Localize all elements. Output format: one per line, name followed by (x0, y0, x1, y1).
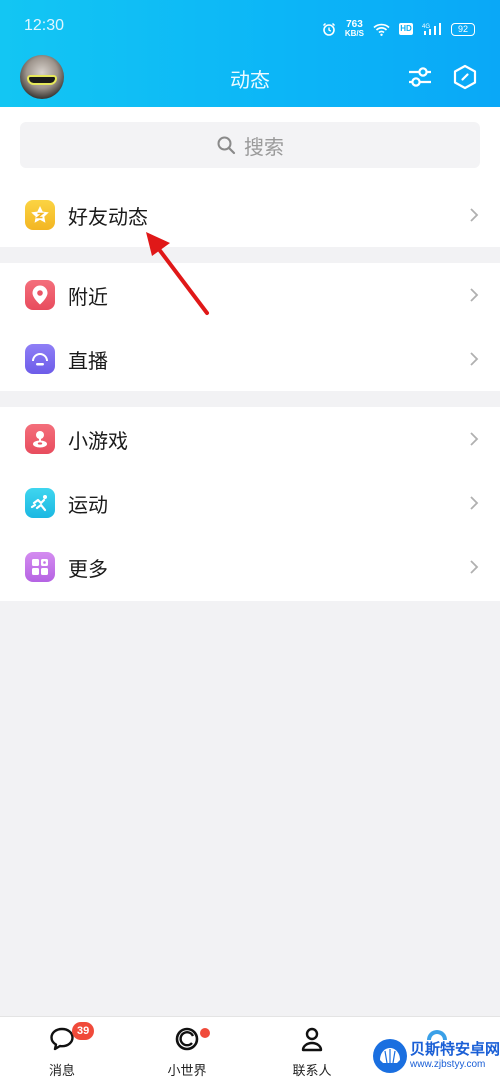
search-input[interactable]: 搜索 (20, 122, 480, 168)
watermark-url: www.zjbstyy.com (410, 1059, 486, 1070)
watermark: 贝斯特安卓网 www.zjbstyy.com (370, 1030, 500, 1080)
live-icon (25, 344, 55, 374)
list-item-more[interactable]: 更多 (0, 535, 500, 599)
list-item-live[interactable]: 直播 (0, 327, 500, 391)
list-item-sports[interactable]: 运动 (0, 471, 500, 535)
section-games-sports-more: 小游戏 运动 更多 (0, 407, 500, 601)
section-top: 搜索 好友动态 (0, 107, 500, 247)
status-bar: 12:30 763 KB/S HD 4G 92 (0, 0, 500, 42)
contacts-icon (301, 1027, 323, 1052)
chevron-right-icon (470, 288, 479, 302)
unread-badge: 39 (72, 1022, 95, 1040)
chevron-right-icon (470, 432, 479, 446)
grid-icon (25, 552, 55, 582)
status-icons: 763 KB/S HD 4G 92 (322, 20, 475, 38)
tab-messages[interactable]: 消息 39 (17, 1022, 107, 1079)
tab-contacts[interactable]: 联系人 (267, 1025, 357, 1079)
battery-icon: 92 (451, 22, 475, 36)
chevron-right-icon (470, 496, 479, 510)
world-icon (175, 1027, 199, 1051)
tab-small-world[interactable]: 小世界 (142, 1025, 232, 1079)
joystick-icon (25, 424, 55, 454)
chevron-right-icon (470, 352, 479, 366)
top-bar: 12:30 763 KB/S HD 4G 92 动态 (0, 0, 500, 107)
list-item-label: 运动 (68, 492, 108, 517)
shell-logo-icon (373, 1039, 407, 1073)
list-item-label: 直播 (68, 348, 108, 373)
star-icon (25, 200, 55, 230)
section-nearby-live: 附近 直播 (0, 263, 500, 391)
status-time: 12:30 (24, 17, 65, 34)
search-placeholder: 搜索 (244, 134, 284, 159)
list-item-label: 小游戏 (68, 428, 128, 453)
chevron-right-icon (470, 560, 479, 574)
watermark-title: 贝斯特安卓网 (410, 1040, 500, 1058)
hd-icon: HD (399, 23, 413, 35)
alarm-icon (322, 22, 335, 36)
hexagon-compass-icon[interactable] (452, 64, 478, 90)
list-item-friends-feed[interactable]: 好友动态 (0, 183, 500, 247)
running-icon (25, 488, 55, 518)
wifi-icon (373, 23, 390, 36)
list-item-label: 好友动态 (68, 204, 148, 229)
search-icon (217, 136, 236, 155)
list-item-label: 附近 (68, 284, 108, 309)
list-item-label: 更多 (68, 556, 108, 581)
list-item-nearby[interactable]: 附近 (0, 263, 500, 327)
location-pin-icon (25, 280, 55, 310)
signal-icon: 4G (422, 23, 441, 35)
list-item-mini-games[interactable]: 小游戏 (0, 407, 500, 471)
notification-dot (200, 1028, 210, 1038)
net-speed: 763 KB/S (344, 19, 364, 38)
chevron-right-icon (470, 208, 479, 222)
settings-sliders-icon[interactable] (407, 64, 433, 90)
